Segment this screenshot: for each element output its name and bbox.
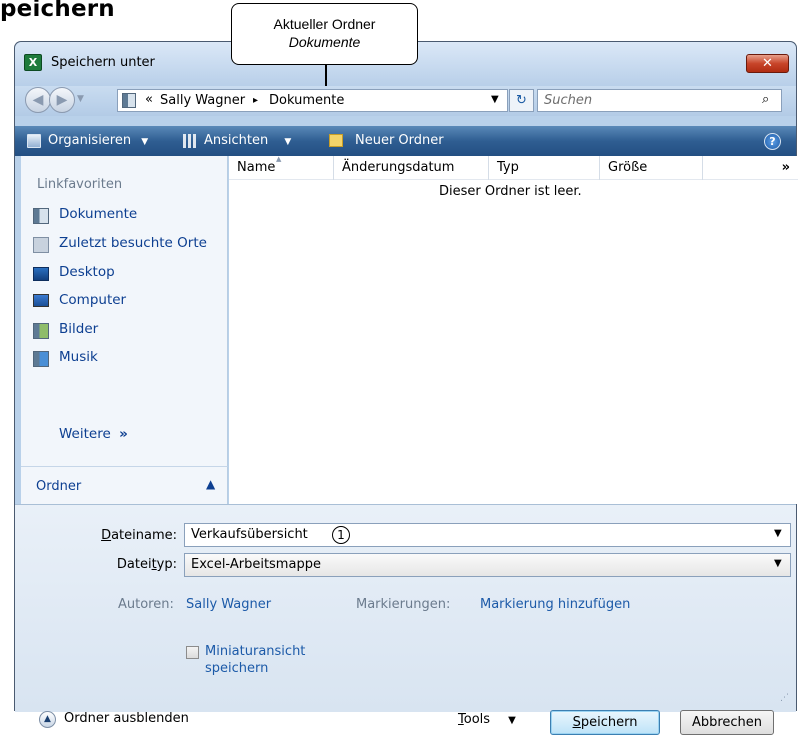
folders-label: Ordner [36, 479, 82, 494]
more-links-label: Weitere [59, 426, 111, 442]
search-placeholder: Suchen [544, 93, 593, 108]
search-icon[interactable]: ⌕ [762, 92, 769, 107]
sidebar-item-label: Bilder [59, 321, 99, 337]
thumbnail-label[interactable]: Miniaturansicht speichern [205, 643, 305, 677]
authors-label: Autoren: [118, 597, 174, 612]
add-tag-link[interactable]: Markierung hinzufügen [480, 597, 630, 612]
desktop-icon [33, 267, 49, 281]
column-modified[interactable]: Änderungsdatum [334, 156, 489, 180]
back-button[interactable]: ◀ [25, 87, 51, 113]
forward-arrow-icon: ▶ [56, 92, 68, 108]
breadcrumb-separator-icon[interactable]: ▸ [253, 95, 258, 106]
sidebar-item-label: Desktop [59, 264, 115, 280]
music-icon [33, 351, 49, 367]
sort-ascending-icon: ▲ [276, 155, 282, 163]
search-input[interactable]: Suchen ⌕ [537, 89, 782, 112]
breadcrumb-sally-wagner[interactable]: Sally Wagner [160, 93, 245, 108]
close-button[interactable]: ✕ [746, 54, 789, 73]
folder-icon [122, 93, 136, 108]
filetype-value: Excel-Arbeitsmappe [191, 557, 321, 572]
tools-dropdown-icon: ▼ [508, 715, 516, 726]
address-dropdown-icon[interactable]: ▼ [491, 94, 499, 105]
cancel-button[interactable]: Abbrechen [680, 710, 774, 735]
favorites-header: Linkfavoriten [37, 177, 123, 192]
window-title: Speichern unter [51, 55, 155, 70]
help-icon[interactable]: ? [764, 133, 781, 150]
navigation-pane: Linkfavoriten Dokumente Zuletzt besuchte… [21, 156, 228, 466]
sidebar-item-label: Musik [59, 349, 98, 365]
views-label: Ansichten [204, 133, 269, 148]
callout-line-1: Aktueller Ordner [273, 16, 376, 32]
folders-toggle[interactable]: Ordner ▲ [21, 466, 228, 504]
page-heading: peichern [0, 0, 115, 22]
authors-value[interactable]: Sally Wagner [186, 597, 271, 612]
column-type[interactable]: Typ [489, 156, 600, 180]
chevron-up-circle-icon[interactable]: ▲ [39, 711, 56, 728]
tools-button[interactable]: Tools ▼ [458, 712, 516, 727]
back-arrow-icon: ◀ [32, 92, 44, 108]
column-overflow-button[interactable]: » [703, 156, 798, 180]
column-header-row: Name ▲ Änderungsdatum Typ Größe » [229, 155, 798, 180]
save-details-pane: Dateiname: Verkaufsübersicht ▼ 1 Dateity… [15, 504, 796, 735]
resize-grip-icon[interactable]: ⋰ [780, 693, 789, 703]
hide-folders-button[interactable]: Ordner ausblenden [64, 711, 189, 726]
sidebar-item-label: Dokumente [59, 206, 138, 222]
views-dropdown-icon: ▼ [284, 137, 292, 147]
computer-icon [33, 294, 49, 307]
documents-icon [33, 208, 49, 224]
sidebar-item-recent-places[interactable]: Zuletzt besuchte Orte [27, 233, 227, 257]
recent-places-icon [33, 237, 49, 253]
step-number-badge: 1 [332, 526, 350, 544]
filetype-label: Dateityp: [116, 557, 177, 572]
command-toolbar: Organisieren ▼ Ansichten ▼ Neuer Ordner … [15, 126, 796, 156]
thumbnail-checkbox[interactable] [186, 646, 199, 659]
sidebar-item-bilder[interactable]: Bilder [27, 319, 227, 343]
callout-current-folder: Aktueller Ordner Dokumente [231, 3, 418, 65]
history-dropdown-icon[interactable]: ▼ [77, 94, 84, 104]
new-folder-icon [329, 134, 343, 147]
pictures-icon [33, 323, 49, 339]
breadcrumb-overflow-icon[interactable]: « [145, 92, 153, 107]
column-size[interactable]: Größe [600, 156, 703, 180]
organize-dropdown-icon: ▼ [141, 137, 149, 147]
organize-label: Organisieren [48, 133, 132, 148]
more-links-button[interactable]: Weitere » [59, 426, 128, 442]
filename-value: Verkaufsübersicht [191, 527, 308, 542]
filename-label: Dateiname: [101, 528, 177, 543]
filetype-select[interactable]: Excel-Arbeitsmappe ▼ [184, 553, 791, 577]
forward-button[interactable]: ▶ [49, 87, 75, 113]
filename-input[interactable]: Verkaufsübersicht ▼ [184, 523, 791, 547]
refresh-button[interactable]: ↻ [509, 89, 534, 112]
sidebar-item-dokumente[interactable]: Dokumente [27, 204, 227, 228]
views-icon [183, 134, 197, 148]
thumbnail-label-line-2: speichern [205, 661, 269, 676]
thumbnail-label-line-1: Miniaturansicht [205, 644, 306, 659]
sidebar-item-label: Computer [59, 292, 127, 308]
breadcrumb-dokumente[interactable]: Dokumente [269, 93, 344, 108]
file-list[interactable]: Name ▲ Änderungsdatum Typ Größe » Dieser… [229, 155, 798, 504]
navigation-row: ◀ ▶ ▼ « Sally Wagner ▸ Dokumente ▼ ↻ Suc… [15, 86, 796, 116]
callout-connector [325, 64, 327, 86]
sidebar-item-desktop[interactable]: Desktop [27, 262, 227, 286]
chevron-up-icon: ▲ [206, 477, 216, 491]
save-button[interactable]: Speichern [550, 710, 660, 735]
excel-app-icon: X [24, 54, 42, 71]
new-folder-button[interactable]: Neuer Ordner [355, 126, 444, 156]
filename-dropdown-icon[interactable]: ▼ [774, 528, 782, 539]
filetype-dropdown-icon: ▼ [774, 558, 782, 569]
double-chevron-icon: » [119, 426, 128, 442]
save-as-dialog: X Speichern unter ✕ ◀ ▶ ▼ « Sally Wagner… [14, 41, 798, 735]
sidebar-item-computer[interactable]: Computer [27, 290, 227, 314]
sidebar-item-musik[interactable]: Musik [27, 347, 227, 371]
tags-label: Markierungen: [356, 597, 451, 612]
address-bar[interactable]: « Sally Wagner ▸ Dokumente ▼ [117, 89, 508, 112]
callout-line-2: Dokumente [288, 34, 361, 50]
empty-folder-message: Dieser Ordner ist leer. [439, 184, 582, 199]
organize-button[interactable]: Organisieren ▼ [48, 126, 148, 156]
organize-icon [27, 134, 41, 148]
column-name[interactable]: Name ▲ [229, 155, 334, 180]
sidebar-item-label: Zuletzt besuchte Orte [59, 235, 207, 251]
column-name-label: Name [237, 160, 276, 175]
